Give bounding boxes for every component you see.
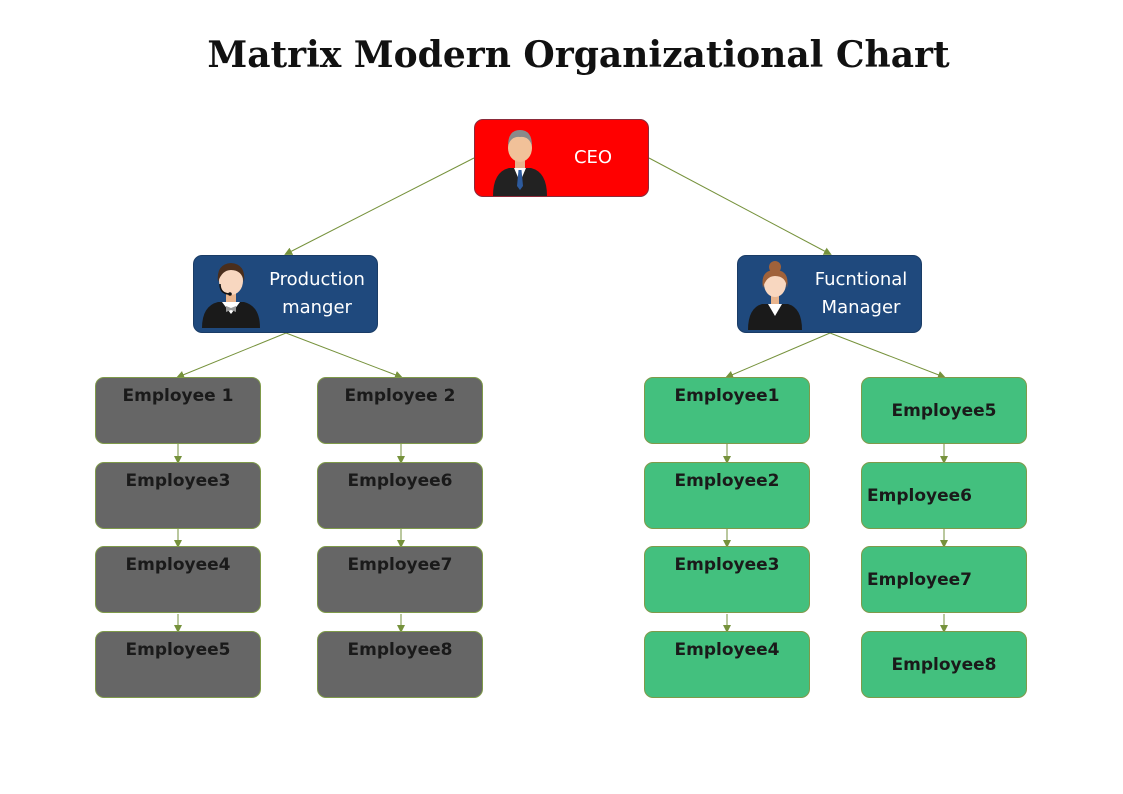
employee-node: Employee4 [644,631,810,698]
employee-node: Employee7 [861,546,1027,613]
support-agent-avatar-icon [202,263,260,328]
employee-label: Employee5 [891,401,997,421]
employee-label: Employee7 [347,555,453,575]
employee-label: Employee8 [891,655,997,675]
production-manager-label: Production manger [256,266,378,322]
employee-label: Employee 2 [344,386,456,406]
employee-node: Employee3 [644,546,810,613]
employee-node: Employee5 [95,631,261,698]
employee-label: Employee2 [674,471,780,491]
employee-label: Employee3 [674,555,780,575]
employee-node: Employee 1 [95,377,261,444]
employee-node: Employee2 [644,462,810,529]
employee-node: Employee6 [861,462,1027,529]
employee-label: Employee 1 [122,386,234,406]
employee-label: Employee3 [125,471,231,491]
functional-manager-label: Fucntional Manager [800,266,922,322]
employee-node: Employee5 [861,377,1027,444]
employee-node: Employee 2 [317,377,483,444]
employee-node: Employee3 [95,462,261,529]
employee-label: Employee4 [125,555,231,575]
employee-label: Employee6 [867,486,972,506]
connector-ceo-production [284,157,475,255]
employee-node: Employee8 [861,631,1027,698]
employee-label: Employee1 [674,386,780,406]
employee-node: Employee6 [317,462,483,529]
employee-node: Employee4 [95,546,261,613]
employee-node: Employee8 [317,631,483,698]
businesswoman-avatar-icon [748,261,802,330]
production-manager-label-line2: manger [282,297,352,318]
functional-manager-node: Fucntional Manager [737,255,922,333]
employee-node: Employee7 [317,546,483,613]
employee-label: Employee4 [674,640,780,660]
connector-functional-col1 [725,332,831,379]
businessman-avatar-icon [493,130,547,196]
ceo-label: CEO [573,147,613,168]
production-manager-node: Production manger [193,255,378,333]
employee-label: Employee5 [125,640,231,660]
connector-production-col2 [285,332,403,379]
ceo-node: CEO [474,119,649,197]
functional-manager-label-line2: Manager [821,297,901,318]
production-manager-label-line1: Production [269,269,365,290]
functional-manager-label-line1: Fucntional [814,269,908,290]
connector-ceo-functional [648,157,832,255]
employee-label: Employee6 [347,471,453,491]
employee-label: Employee8 [347,640,453,660]
employee-label: Employee7 [867,570,972,590]
connector-functional-col2 [829,332,946,379]
employee-node: Employee1 [644,377,810,444]
connector-production-col1 [176,332,287,379]
